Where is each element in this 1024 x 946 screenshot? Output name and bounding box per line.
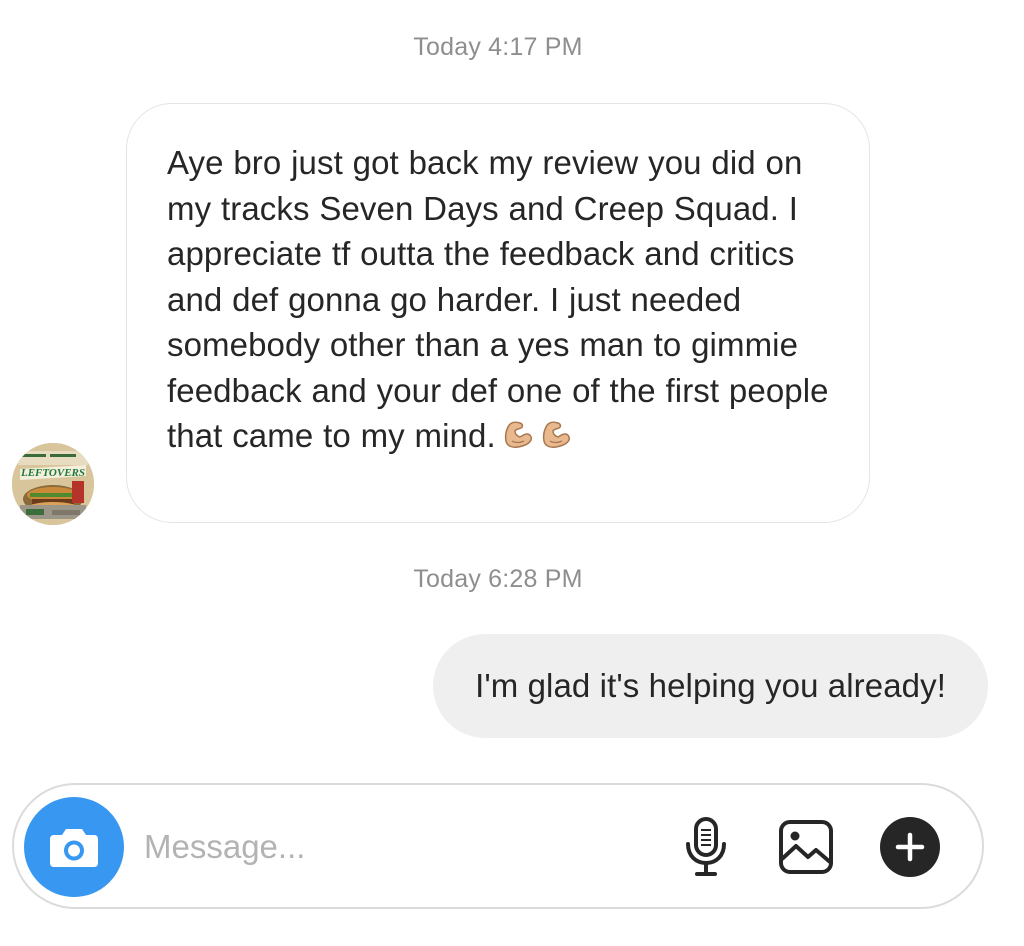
album-cover-avatar-image: LEFTOVERS [12,443,94,525]
avatar-caption: LEFTOVERS [20,467,85,479]
message-composer [12,783,984,909]
message-input[interactable] [144,815,644,879]
gallery-icon [779,820,833,874]
camera-icon [50,829,98,867]
microphone-icon [686,817,726,876]
incoming-message-body: Aye bro just got back my review you did … [167,144,829,454]
outgoing-message-bubble[interactable]: I'm glad it's helping you already! [433,634,988,738]
timestamp: Today 6:28 PM [413,565,583,593]
flexed-biceps-emoji-icon [538,417,572,449]
timestamp: Today 4:17 PM [413,33,583,61]
gallery-button[interactable] [774,815,838,879]
camera-button[interactable] [24,797,124,897]
more-options-button[interactable] [878,815,942,879]
plus-icon [880,817,940,877]
direct-message-thread: Today 4:17 PM LEFTOVERS Aye bro just got… [0,0,1024,946]
incoming-message-text: Aye bro just got back my review you did … [167,140,839,459]
flexed-biceps-emoji-icon [500,417,534,449]
outgoing-message-text: I'm glad it's helping you already! [475,667,946,704]
voice-message-button[interactable] [674,815,738,879]
incoming-message-bubble[interactable]: Aye bro just got back my review you did … [126,103,870,523]
avatar[interactable]: LEFTOVERS [12,443,94,525]
